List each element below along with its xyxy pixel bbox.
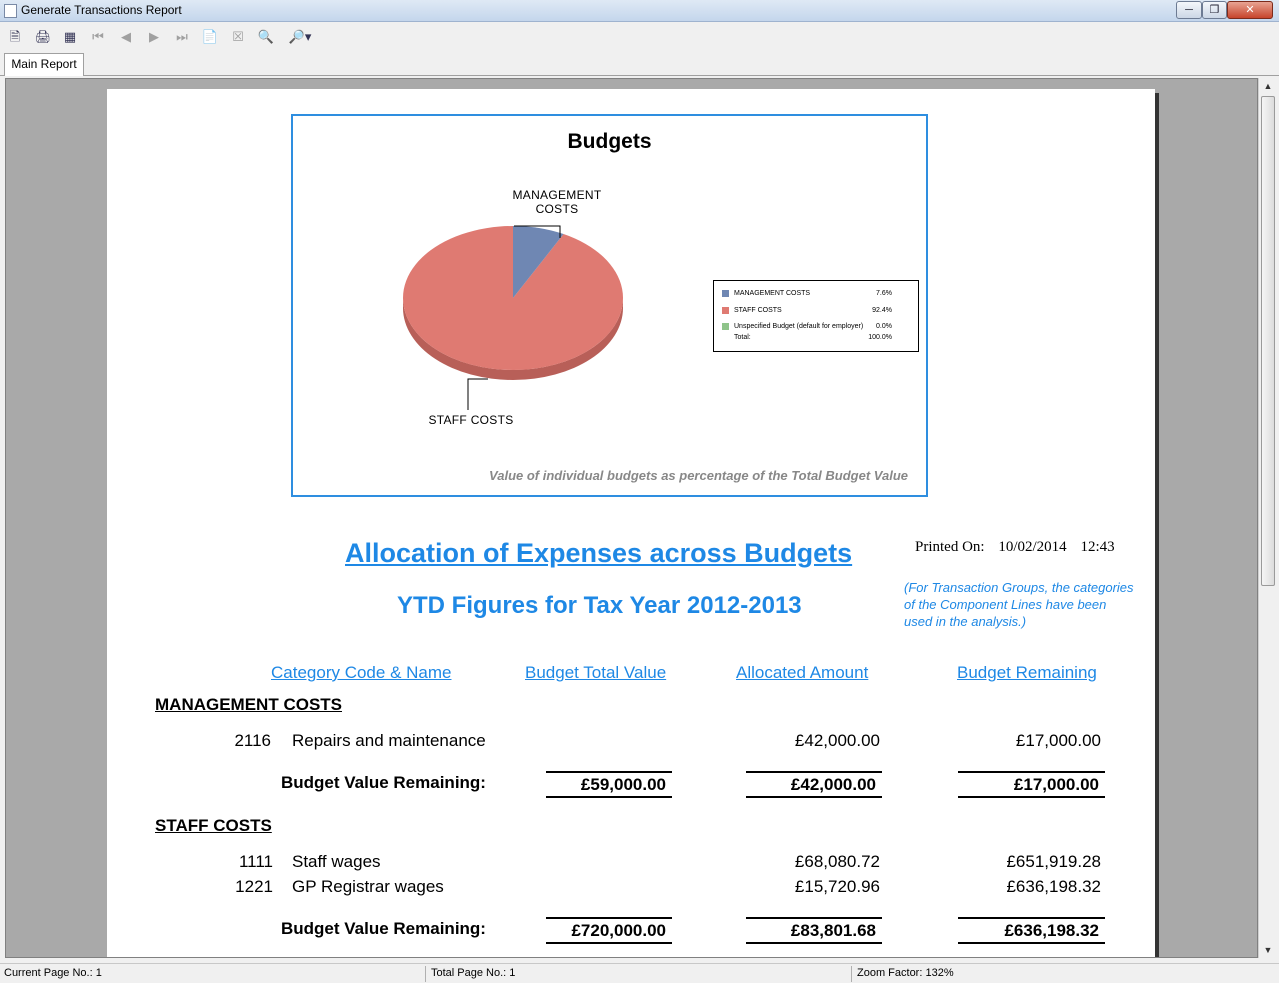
printed-date: 10/02/2014: [998, 539, 1067, 555]
stop-icon[interactable]: ☒: [229, 28, 247, 46]
app-icon: [4, 4, 17, 18]
col-header-allocated: Allocated Amount: [736, 663, 869, 682]
slice-label-management: MANAGEMENT COSTS: [512, 188, 602, 216]
legend-swatch: [722, 323, 729, 330]
window-title: Generate Transactions Report: [21, 3, 182, 17]
section-total-budget: £59,000.00: [546, 771, 672, 798]
export-icon[interactable]: 🗎: [6, 28, 24, 46]
col-header-category: Category Code & Name: [271, 663, 452, 682]
staff-leader-line: [467, 378, 488, 410]
col-header-budget-total: Budget Total Value: [525, 663, 667, 682]
report-title: Allocation of Expenses across Budgets: [345, 538, 853, 568]
section-total-budget: £720,000.00: [546, 917, 672, 944]
zoom-icon[interactable]: 🔎▾: [285, 28, 315, 46]
row-code: 1221: [235, 877, 273, 896]
vertical-scrollbar[interactable]: ▲ ▼: [1258, 78, 1276, 958]
status-current-page: Current Page No.: 1: [4, 967, 102, 979]
legend-total-label: Total:: [734, 334, 751, 341]
section-total-allocated: £83,801.68: [746, 917, 882, 944]
window-title-bar: Generate Transactions Report ─ ❐ ✕: [0, 0, 1279, 22]
row-name: Staff wages: [292, 852, 381, 871]
toolbar: 🗎 🖨 ▦ ⏮ ◀ ▶ ⏭ 📄 ☒ 🔍 🔎▾: [0, 22, 1279, 52]
section-total-remaining: £636,198.32: [958, 917, 1105, 944]
printed-time: 12:43: [1080, 539, 1115, 555]
goto-page-icon[interactable]: 📄: [201, 28, 219, 46]
printed-on: Printed On: 10/02/2014 12:43: [915, 539, 1125, 556]
section-header-staff: STAFF COSTS: [155, 816, 272, 835]
row-name: GP Registrar wages: [292, 877, 444, 896]
section-total-allocated: £42,000.00: [746, 771, 882, 798]
report-subtitle: YTD Figures for Tax Year 2012-2013: [397, 592, 802, 619]
status-divider: [425, 966, 426, 982]
row-remaining: £636,198.32: [1006, 877, 1101, 896]
legend-name: STAFF COSTS: [734, 307, 782, 314]
scroll-down-icon[interactable]: ▼: [1259, 942, 1277, 958]
chart-legend: MANAGEMENT COSTS 7.6% STAFF COSTS 92.4% …: [713, 280, 919, 352]
tab-strip: Main Report: [0, 52, 1279, 76]
tab-main-report[interactable]: Main Report: [4, 53, 84, 76]
legend-percent: 92.4%: [872, 307, 892, 314]
section-total-label: Budget Value Remaining:: [281, 773, 486, 792]
legend-name: Unspecified Budget (default for employer…: [734, 323, 864, 330]
section-total-label: Budget Value Remaining:: [281, 919, 486, 938]
legend-swatch: [722, 290, 729, 297]
slice-label-staff: STAFF COSTS: [428, 413, 514, 427]
legend-percent: 0.0%: [876, 323, 892, 330]
printed-label: Printed On:: [915, 539, 985, 555]
chart-caption: Value of individual budgets as percentag…: [489, 468, 908, 483]
status-zoom: Zoom Factor: 132%: [857, 967, 954, 979]
first-page-icon[interactable]: ⏮: [89, 28, 107, 46]
prev-page-icon[interactable]: ◀: [117, 28, 135, 46]
close-button[interactable]: ✕: [1227, 1, 1273, 19]
legend-swatch: [722, 307, 729, 314]
row-name: Repairs and maintenance: [292, 731, 486, 750]
maximize-button[interactable]: ❐: [1202, 1, 1227, 19]
budgets-chart: Budgets MANAGEMENT COSTS STAFF COSTS MAN…: [291, 114, 928, 497]
last-page-icon[interactable]: ⏭: [173, 28, 191, 46]
status-divider: [851, 966, 852, 982]
row-remaining: £17,000.00: [1015, 731, 1101, 750]
status-total-page: Total Page No.: 1: [431, 967, 516, 979]
row-code: 2116: [234, 731, 271, 750]
col-header-remaining: Budget Remaining: [957, 663, 1097, 682]
legend-percent: 7.6%: [876, 290, 892, 297]
status-bar: Current Page No.: 1 Total Page No.: 1 Zo…: [0, 963, 1279, 983]
report-note: (For Transaction Groups, the categories …: [904, 580, 1134, 629]
legend-total-percent: 100.0%: [868, 334, 892, 341]
scroll-thumb[interactable]: [1261, 96, 1275, 586]
report-page: Budgets MANAGEMENT COSTS STAFF COSTS MAN…: [107, 89, 1155, 957]
report-viewport[interactable]: Budgets MANAGEMENT COSTS STAFF COSTS MAN…: [5, 78, 1258, 958]
row-allocated: £68,080.72: [794, 852, 880, 871]
legend-name: MANAGEMENT COSTS: [734, 290, 811, 297]
section-total-remaining: £17,000.00: [958, 771, 1105, 798]
group-tree-icon[interactable]: ▦: [61, 28, 79, 46]
scroll-up-icon[interactable]: ▲: [1259, 78, 1277, 94]
row-allocated: £42,000.00: [794, 731, 880, 750]
row-remaining: £651,919.28: [1006, 852, 1101, 871]
section-header-management: MANAGEMENT COSTS: [155, 695, 342, 714]
print-icon[interactable]: 🖨: [34, 28, 52, 46]
next-page-icon[interactable]: ▶: [145, 28, 163, 46]
row-code: 1111: [238, 852, 273, 871]
minimize-button[interactable]: ─: [1176, 1, 1202, 19]
search-icon[interactable]: 🔍: [257, 28, 275, 46]
row-allocated: £15,720.96: [794, 877, 880, 896]
